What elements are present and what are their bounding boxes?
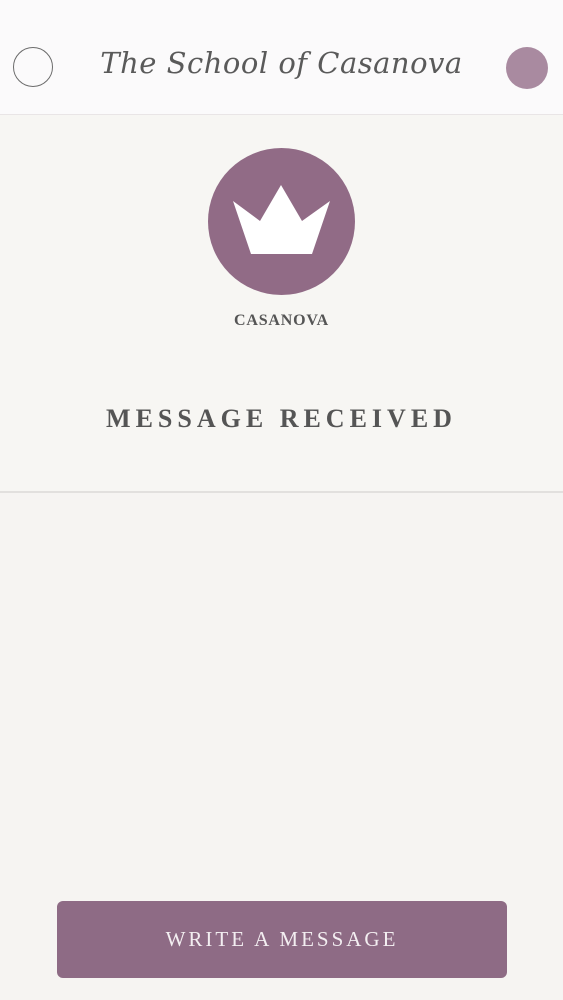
app-header: The School of Casanova bbox=[0, 0, 563, 115]
app-title: The School of Casanova bbox=[100, 46, 463, 80]
write-message-button[interactable]: WRITE A MESSAGE bbox=[57, 901, 507, 978]
circle-filled-icon[interactable] bbox=[506, 47, 548, 89]
message-status: MESSAGE RECEIVED bbox=[106, 404, 457, 433]
crown-icon bbox=[233, 185, 330, 254]
avatar bbox=[208, 148, 355, 295]
sender-name: CASANOVA bbox=[233, 312, 329, 329]
message-panel: CASANOVA MESSAGE RECEIVED bbox=[0, 115, 563, 491]
